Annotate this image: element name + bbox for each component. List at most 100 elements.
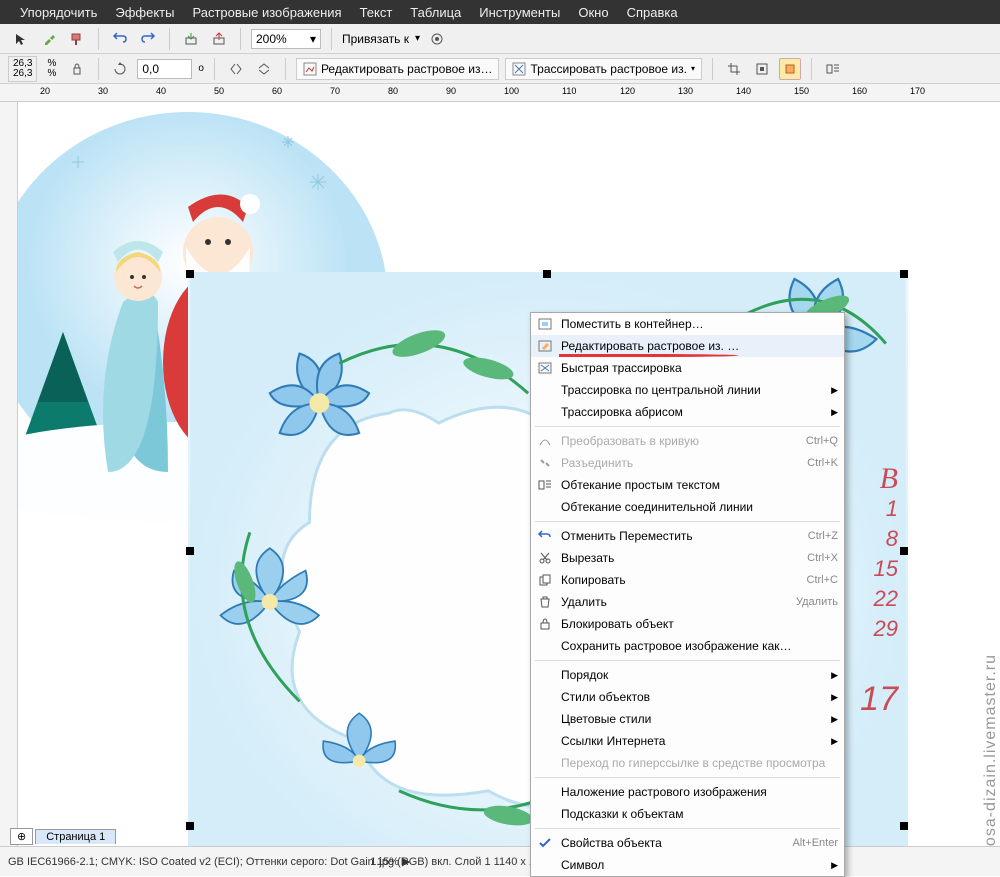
ctx-label: Порядок bbox=[561, 668, 838, 682]
blank-icon bbox=[535, 806, 555, 822]
ctx-label: Сохранить растровое изображение как… bbox=[561, 639, 838, 653]
paint-icon[interactable] bbox=[66, 28, 88, 50]
ctx-label: Вырезать bbox=[561, 551, 797, 565]
canvas-area[interactable]: B 1 8 15 22 29 17 ✕ bbox=[18, 102, 998, 854]
ctx-item-25[interactable]: Подсказки к объектам bbox=[531, 803, 844, 825]
container-icon bbox=[535, 316, 555, 332]
ctx-label: Блокировать объект bbox=[561, 617, 838, 631]
page-tabs: ⊕ Страница 1 bbox=[10, 826, 116, 846]
wrap-text-icon[interactable] bbox=[822, 58, 844, 80]
handle-tl[interactable] bbox=[186, 270, 194, 278]
page-add-button[interactable]: ⊕ bbox=[10, 828, 33, 845]
blank-icon bbox=[535, 382, 555, 398]
undo-icon[interactable] bbox=[109, 28, 131, 50]
ctx-label: Поместить в контейнер… bbox=[561, 317, 838, 331]
ctx-item-8[interactable]: Обтекание простым текстом bbox=[531, 474, 844, 496]
ruler-horizontal: // ticks drawn later 2030405060708090100… bbox=[0, 84, 1000, 102]
menu-bitmaps[interactable]: Растровые изображения bbox=[192, 5, 341, 20]
toolbar-property: 26,3 26,3 % % 0,0 o Редактировать растро… bbox=[0, 54, 1000, 84]
ctx-shortcut: Ctrl+K bbox=[807, 457, 838, 469]
check-icon bbox=[535, 835, 555, 851]
ctx-item-1[interactable]: Редактировать растровое из. … bbox=[531, 335, 844, 357]
ctx-item-11[interactable]: Отменить ПереместитьCtrl+Z bbox=[531, 525, 844, 547]
zoom-level[interactable]: 200%▾ bbox=[251, 29, 321, 49]
ctx-shortcut: Удалить bbox=[796, 596, 838, 608]
ctx-item-16[interactable]: Сохранить растровое изображение как… bbox=[531, 635, 844, 657]
menu-arrange[interactable]: Упорядочить bbox=[20, 5, 97, 20]
submenu-arrow-icon: ▶ bbox=[831, 714, 838, 725]
ctx-item-14[interactable]: УдалитьУдалить bbox=[531, 591, 844, 613]
menu-help[interactable]: Справка bbox=[627, 5, 678, 20]
cut-icon bbox=[535, 550, 555, 566]
handle-ml[interactable] bbox=[186, 547, 194, 555]
resample-icon[interactable] bbox=[751, 58, 773, 80]
lock-ratio-icon[interactable] bbox=[66, 58, 88, 80]
ctx-item-27[interactable]: Свойства объектаAlt+Enter bbox=[531, 832, 844, 854]
ctx-label: Трассировка абрисом bbox=[561, 405, 838, 419]
ctx-label: Переход по гиперссылке в средстве просмо… bbox=[561, 756, 838, 770]
wrap-icon bbox=[535, 477, 555, 493]
mirror-v-icon[interactable] bbox=[253, 58, 275, 80]
menu-effects[interactable]: Эффекты bbox=[115, 5, 174, 20]
ctx-item-0[interactable]: Поместить в контейнер… bbox=[531, 313, 844, 335]
blank-icon bbox=[535, 857, 555, 873]
status-bar: GB IEC61966-2.1; CMYK: ISO Coated v2 (EC… bbox=[0, 846, 1000, 876]
submenu-arrow-icon: ▶ bbox=[831, 692, 838, 703]
object-icon[interactable] bbox=[779, 58, 801, 80]
delete-icon bbox=[535, 594, 555, 610]
ctx-item-24[interactable]: Наложение растрового изображения bbox=[531, 781, 844, 803]
menu-window[interactable]: Окно bbox=[578, 5, 608, 20]
page-tab-1[interactable]: Страница 1 bbox=[35, 829, 116, 844]
handle-br[interactable] bbox=[900, 822, 908, 830]
ctx-label: Стили объектов bbox=[561, 690, 838, 704]
edit-bitmap-button[interactable]: Редактировать растровое из… bbox=[296, 58, 500, 80]
menu-tools[interactable]: Инструменты bbox=[479, 5, 560, 20]
ctx-label: Редактировать растровое из. … bbox=[561, 339, 838, 353]
submenu-arrow-icon: ▶ bbox=[831, 407, 838, 418]
blank-icon bbox=[535, 711, 555, 727]
trace-bitmap-button[interactable]: Трассировать растровое из. ▾ bbox=[505, 58, 701, 80]
ctx-item-21[interactable]: Ссылки Интернета▶ bbox=[531, 730, 844, 752]
ctx-item-28[interactable]: Символ▶ bbox=[531, 854, 844, 876]
ctx-label: Разъединить bbox=[561, 456, 797, 470]
ctx-item-20[interactable]: Цветовые стили▶ bbox=[531, 708, 844, 730]
handle-bl[interactable] bbox=[186, 822, 194, 830]
ruler-tick: 100 bbox=[504, 86, 519, 96]
handle-tm[interactable] bbox=[543, 270, 551, 278]
ctx-shortcut: Ctrl+Z bbox=[808, 530, 838, 542]
ctx-shortcut: Ctrl+Q bbox=[806, 435, 838, 447]
ctx-item-9[interactable]: Обтекание соединительной линии bbox=[531, 496, 844, 518]
crop-icon[interactable] bbox=[723, 58, 745, 80]
ctx-item-13[interactable]: КопироватьCtrl+C bbox=[531, 569, 844, 591]
ctx-item-3[interactable]: Трассировка по центральной линии▶ bbox=[531, 379, 844, 401]
submenu-arrow-icon: ▶ bbox=[831, 736, 838, 747]
ctx-item-4[interactable]: Трассировка абрисом▶ bbox=[531, 401, 844, 423]
ruler-vertical bbox=[0, 102, 18, 854]
menu-table[interactable]: Таблица bbox=[410, 5, 461, 20]
snap-label: Привязать к bbox=[342, 32, 409, 46]
ctx-label: Трассировка по центральной линии bbox=[561, 383, 838, 397]
rotation-value[interactable]: 0,0 bbox=[137, 59, 192, 79]
ctx-label: Быстрая трассировка bbox=[561, 361, 838, 375]
scale-xy[interactable]: 26,3 26,3 bbox=[8, 56, 37, 82]
handle-tr[interactable] bbox=[900, 270, 908, 278]
handle-mr[interactable] bbox=[900, 547, 908, 555]
ctx-item-19[interactable]: Стили объектов▶ bbox=[531, 686, 844, 708]
ctx-label: Символ bbox=[561, 858, 838, 872]
ruler-tick: 170 bbox=[910, 86, 925, 96]
ctx-item-2[interactable]: Быстрая трассировка bbox=[531, 357, 844, 379]
cursor-icon[interactable] bbox=[10, 28, 32, 50]
import-icon[interactable] bbox=[180, 28, 202, 50]
trace-icon bbox=[535, 360, 555, 376]
ctx-item-12[interactable]: ВырезатьCtrl+X bbox=[531, 547, 844, 569]
options-icon[interactable] bbox=[426, 28, 448, 50]
ctx-item-18[interactable]: Порядок▶ bbox=[531, 664, 844, 686]
menu-text[interactable]: Текст bbox=[360, 5, 393, 20]
eyedropper-icon[interactable] bbox=[38, 28, 60, 50]
lock-icon bbox=[535, 616, 555, 632]
ctx-label: Обтекание соединительной линии bbox=[561, 500, 838, 514]
mirror-h-icon[interactable] bbox=[225, 58, 247, 80]
ctx-item-15[interactable]: Блокировать объект bbox=[531, 613, 844, 635]
redo-icon[interactable] bbox=[137, 28, 159, 50]
export-icon[interactable] bbox=[208, 28, 230, 50]
